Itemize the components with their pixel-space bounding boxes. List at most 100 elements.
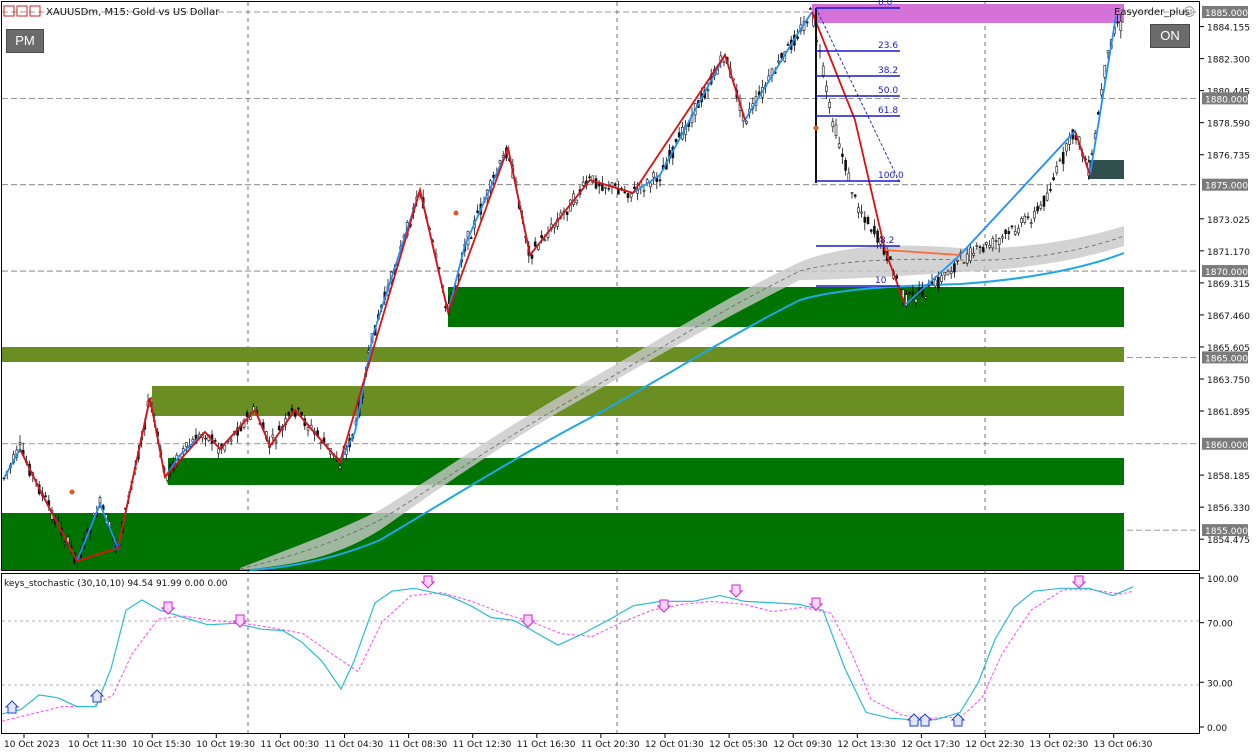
price-level-label: 1875.000 [1205, 182, 1248, 192]
candle-body [853, 194, 857, 197]
candle-body [706, 89, 710, 92]
candle-body [1023, 215, 1027, 223]
time-tick-label: 12 Oct 13:30 [837, 740, 896, 750]
candle-body [44, 495, 47, 498]
candle-body [857, 207, 860, 213]
candle-body [937, 276, 940, 288]
candle-body [581, 181, 585, 186]
candle-body [965, 253, 969, 264]
candle-body [844, 160, 847, 171]
time-tick-label: 11 Oct 08:30 [389, 740, 448, 750]
candle-body [860, 211, 863, 214]
candle-body [828, 101, 831, 108]
fib-level-label: 23.6 [878, 41, 898, 51]
on-button[interactable]: ON [1150, 24, 1190, 48]
candle-body [642, 189, 646, 192]
price-tick-label: 1878.590 [1207, 120, 1250, 130]
time-tick-label: 10 Oct 11:30 [68, 740, 127, 750]
expert-smiley-icon: ☺ [1183, 5, 1196, 19]
candle-body [997, 238, 1001, 245]
candle-body [1116, 21, 1119, 24]
candle-body [185, 442, 188, 448]
candle-body [972, 253, 975, 256]
candle-body [277, 425, 281, 431]
candle-body [911, 292, 915, 295]
time-tick-label: 11 Oct 12:30 [453, 740, 512, 750]
price-tick-label: 1863.750 [1207, 376, 1250, 386]
price-level-label: 1885.000 [1205, 9, 1248, 19]
candle-body [834, 124, 838, 137]
price-tick-label: 1856.330 [1207, 504, 1250, 514]
candle-body [1033, 211, 1036, 219]
candle-body [927, 285, 931, 288]
candle-body [825, 85, 828, 92]
candle-body [940, 275, 943, 282]
zone-green-1858 [168, 458, 1124, 485]
candle-body [1061, 152, 1065, 164]
candle-body [809, 8, 812, 10]
main-chart-frame [1, 1, 1200, 571]
candle-body [649, 182, 652, 188]
candle-body [981, 246, 985, 252]
signal-arrow-down-marker [813, 125, 819, 131]
candle-body [476, 210, 479, 213]
fib-level-label: 100.0 [878, 171, 904, 181]
candle-body [1065, 143, 1068, 152]
time-tick-label: 10 Oct 19:30 [196, 740, 255, 750]
candle-body [956, 259, 959, 262]
pm-button[interactable]: PM [6, 29, 44, 53]
candle-body [540, 235, 543, 238]
candle-body [841, 153, 844, 157]
price-tick-label: 1858.185 [1207, 472, 1250, 482]
candle-body [319, 442, 323, 445]
candle-body [543, 239, 547, 242]
time-tick-label: 12 Oct 05:30 [709, 740, 768, 750]
candle-body [869, 229, 873, 232]
candle-body [1058, 159, 1062, 162]
candle-body [962, 261, 966, 264]
time-tick-label: 12 Oct 17:30 [901, 740, 960, 750]
candle-body [777, 60, 780, 63]
time-tick-label: 11 Oct 16:30 [517, 740, 576, 750]
price-tick-label: 1876.735 [1207, 152, 1250, 162]
candle-body [949, 271, 953, 274]
candle-body [914, 298, 918, 303]
candle-body [229, 439, 233, 442]
candle-body [1010, 225, 1014, 228]
signal-arrow-down-marker [69, 489, 75, 495]
stoch-scale-label: 0.00 [1207, 724, 1227, 734]
candle-body [217, 448, 220, 454]
stoch-scale-label: 100.00 [1207, 575, 1239, 585]
price-level-label: 1880.000 [1205, 95, 1248, 105]
price-level-label: 1865.000 [1205, 354, 1248, 364]
candle-body [988, 244, 991, 248]
candle-body [297, 407, 300, 410]
candle-body [1055, 166, 1059, 174]
candle-body [652, 172, 655, 178]
candle-body [274, 440, 278, 443]
candle-body [786, 43, 790, 46]
candle-body [1100, 89, 1103, 96]
candle-body [1013, 231, 1017, 235]
candle-body [1045, 192, 1049, 201]
candle-body [63, 542, 67, 544]
candle-body [991, 238, 995, 249]
candle-body [876, 230, 879, 243]
trading-chart[interactable]: 8.2 10 0.0 23.6 38.2 50.0 61.8 100.0 XAUUSDm,… [0, 0, 1258, 756]
candle-body [1049, 188, 1052, 191]
time-tick-label: 11 Oct 04:30 [325, 740, 384, 750]
price-tick-label: 1873.025 [1207, 216, 1250, 226]
fib-level-label: 0.0 [878, 0, 893, 8]
candle-body [530, 254, 534, 259]
candle-body [1036, 206, 1039, 212]
fib-level-label: 50.0 [878, 86, 898, 96]
candle-body [908, 291, 911, 295]
signal-arrow-down-marker [453, 210, 459, 216]
price-tick-label: 1861.895 [1207, 408, 1250, 418]
candle-body [924, 296, 927, 299]
price-tick-label: 1867.460 [1207, 312, 1250, 322]
fib-level-label: 38.2 [878, 66, 898, 76]
candle-body [18, 442, 22, 445]
candle-body [213, 440, 217, 442]
candle-body [866, 217, 870, 225]
